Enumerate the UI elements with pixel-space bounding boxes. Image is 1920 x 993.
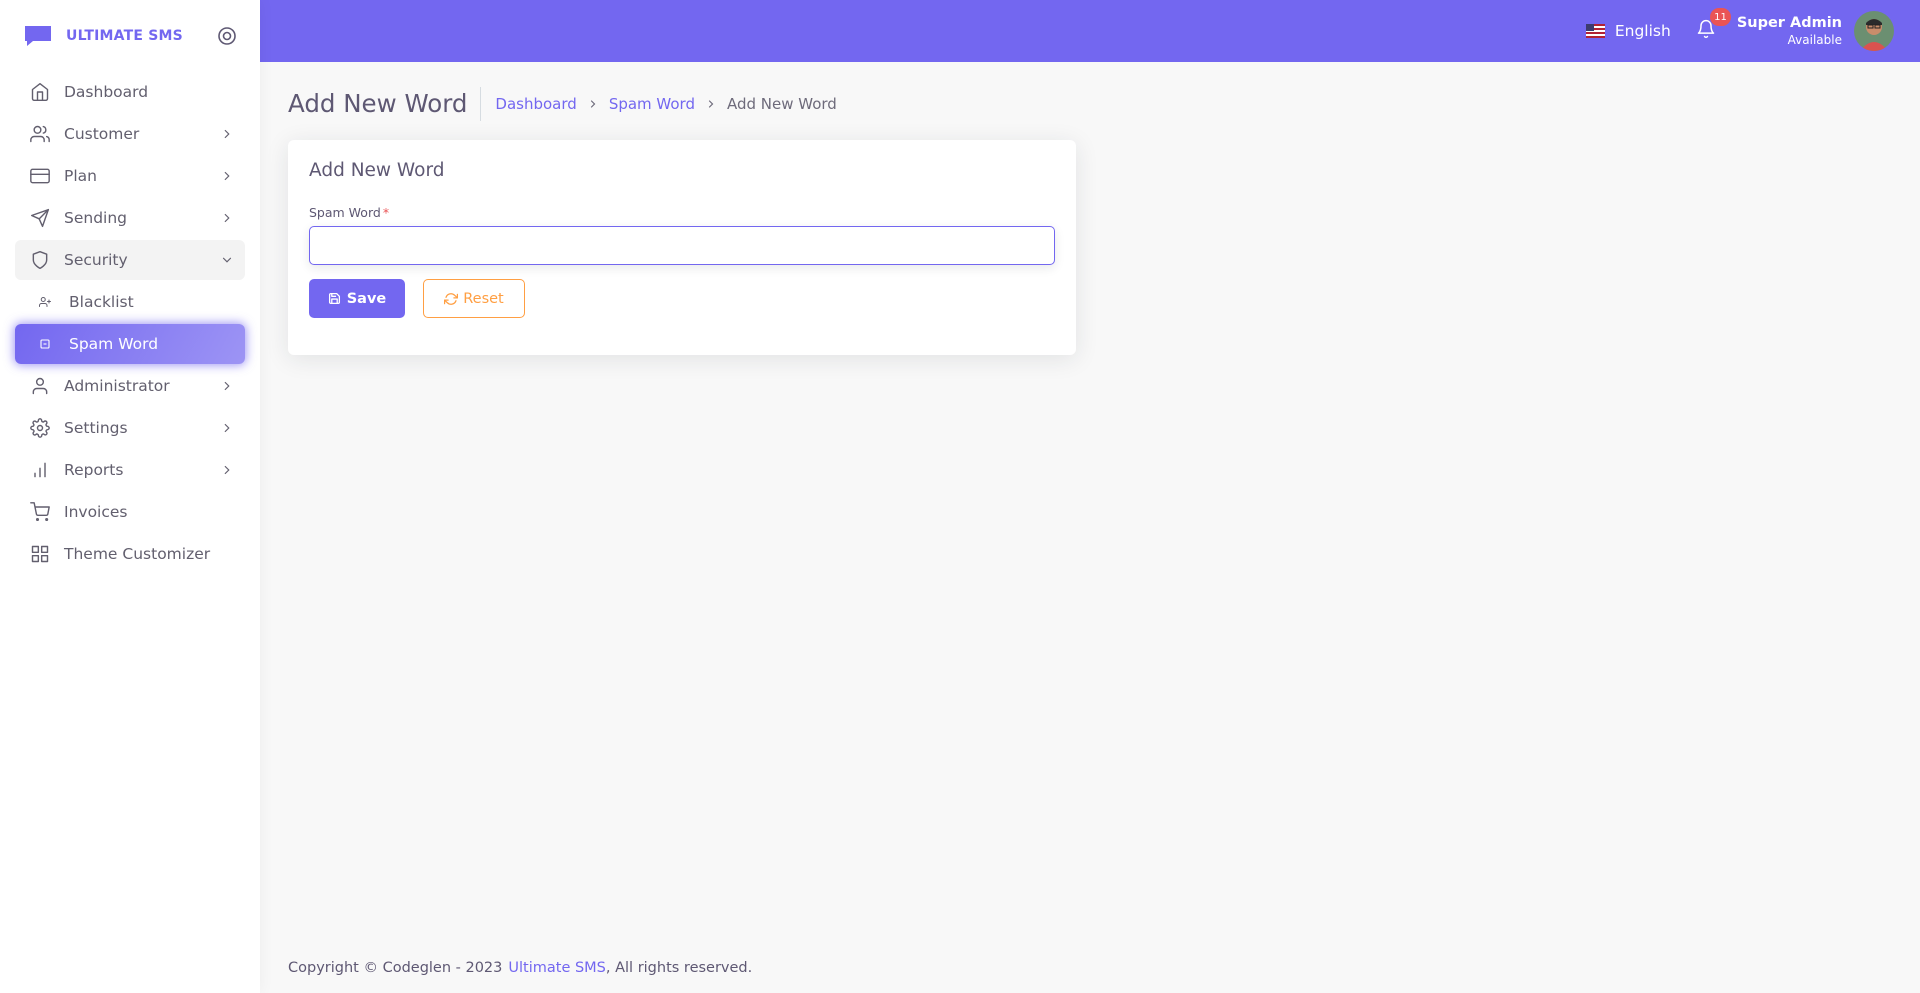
sidebar-subitem-label: Blacklist (69, 293, 134, 311)
add-word-card: Add New Word Spam Word * Save Reset (288, 140, 1076, 355)
sidebar-item-security[interactable]: Security (15, 240, 245, 280)
sidebar-subitem-blacklist[interactable]: Blacklist (15, 282, 245, 322)
chevron-right-icon (219, 420, 235, 436)
sidebar-item-reports[interactable]: Reports (15, 450, 245, 490)
sidebar-item-label: Security (64, 251, 128, 269)
sidebar-item-label: Plan (64, 167, 97, 185)
send-icon (30, 208, 50, 228)
user-plus-icon (35, 292, 55, 312)
breadcrumb-spam-word[interactable]: Spam Word (609, 95, 695, 113)
top-navbar: English 11 Super Admin Available (260, 0, 1920, 62)
user-status: Available (1787, 33, 1842, 47)
square-icon (35, 334, 55, 354)
sidebar-item-label: Settings (64, 419, 128, 437)
sidebar-item-label: Administrator (64, 377, 170, 395)
sidebar-item-label: Sending (64, 209, 128, 227)
gear-icon (30, 418, 50, 438)
shopping-cart-icon (30, 502, 50, 522)
brand-name: ULTIMATE SMS (66, 28, 183, 44)
sidebar-item-dashboard[interactable]: Dashboard (15, 72, 245, 112)
brand[interactable]: ULTIMATE SMS (0, 0, 260, 72)
language-selector[interactable]: English (1585, 22, 1671, 40)
chevron-right-icon (219, 210, 235, 226)
spam-word-label-text: Spam Word (309, 205, 381, 220)
footer-copyright: Copyright © Codeglen - 2023 (288, 960, 503, 976)
main-content: Add New Word Dashboard Spam Word Add New… (288, 62, 1892, 355)
reset-button-label: Reset (463, 290, 504, 307)
page-title: Add New Word (288, 87, 482, 121)
sidebar-item-plan[interactable]: Plan (15, 156, 245, 196)
sidebar-item-customer[interactable]: Customer (15, 114, 245, 154)
footer-suffix: , All rights reserved. (605, 960, 753, 976)
user-icon (30, 376, 50, 396)
credit-card-icon (30, 166, 50, 186)
chevron-right-icon (219, 378, 235, 394)
user-info: Super Admin Available (1737, 14, 1842, 48)
spam-word-label: Spam Word * (309, 205, 1055, 220)
refresh-icon (444, 292, 459, 306)
chevron-right-icon (219, 462, 235, 478)
sidebar-menu: Dashboard Customer Plan Sending Security… (0, 72, 260, 574)
sidebar-subitem-spam-word[interactable]: Spam Word (15, 324, 245, 364)
breadcrumb-current: Add New Word (726, 95, 837, 113)
sidebar-item-label: Dashboard (64, 83, 149, 101)
user-name: Super Admin (1736, 15, 1842, 31)
save-icon (328, 292, 342, 306)
user-menu[interactable]: Super Admin Available (1737, 11, 1894, 51)
footer-link[interactable]: Ultimate SMS (508, 960, 606, 976)
notifications-button[interactable]: 11 (1695, 8, 1731, 42)
sidebar-item-sending[interactable]: Sending (15, 198, 245, 238)
breadcrumb: Dashboard Spam Word Add New Word (495, 95, 836, 113)
sidebar-subitem-label: Spam Word (69, 335, 159, 353)
sidebar-item-label: Customer (64, 125, 140, 143)
sidebar-item-label: Theme Customizer (64, 545, 211, 563)
save-button-label: Save (346, 290, 387, 307)
avatar[interactable] (1854, 11, 1894, 51)
spam-word-input[interactable] (309, 226, 1055, 265)
footer: Copyright © Codeglen - 2023 Ultimate SMS,… (288, 960, 752, 976)
sidebar-item-theme-customizer[interactable]: Theme Customizer (15, 534, 245, 574)
required-mark: * (382, 205, 390, 220)
chevron-right-icon (705, 98, 717, 110)
sidebar-item-invoices[interactable]: Invoices (15, 492, 245, 532)
chevron-right-icon (219, 168, 235, 184)
sidebar: ULTIMATE SMS Dashboard Customer Plan Sen… (0, 0, 260, 993)
shield-icon (30, 250, 50, 270)
form-actions: Save Reset (309, 279, 1055, 318)
sidebar-item-administrator[interactable]: Administrator (15, 366, 245, 406)
chevron-down-icon (219, 252, 235, 268)
us-flag-icon (1585, 24, 1605, 38)
bar-chart-icon (30, 460, 50, 480)
card-title: Add New Word (309, 160, 445, 181)
breadcrumb-dashboard[interactable]: Dashboard (495, 95, 576, 113)
grid-icon (30, 544, 50, 564)
sidebar-toggle-icon[interactable] (216, 25, 238, 47)
chevron-right-icon (587, 98, 599, 110)
save-button[interactable]: Save (309, 279, 405, 318)
page-header: Add New Word Dashboard Spam Word Add New… (288, 62, 1892, 146)
sidebar-item-label: Reports (64, 461, 124, 479)
reset-button[interactable]: Reset (423, 279, 525, 318)
notification-count-badge: 11 (1710, 8, 1731, 26)
sidebar-item-label: Invoices (64, 503, 128, 521)
home-icon (30, 82, 50, 102)
chat-bubble-logo-icon (22, 23, 54, 49)
users-icon (30, 124, 50, 144)
language-label: English (1614, 22, 1671, 40)
sidebar-item-settings[interactable]: Settings (15, 408, 245, 448)
chevron-right-icon (219, 126, 235, 142)
